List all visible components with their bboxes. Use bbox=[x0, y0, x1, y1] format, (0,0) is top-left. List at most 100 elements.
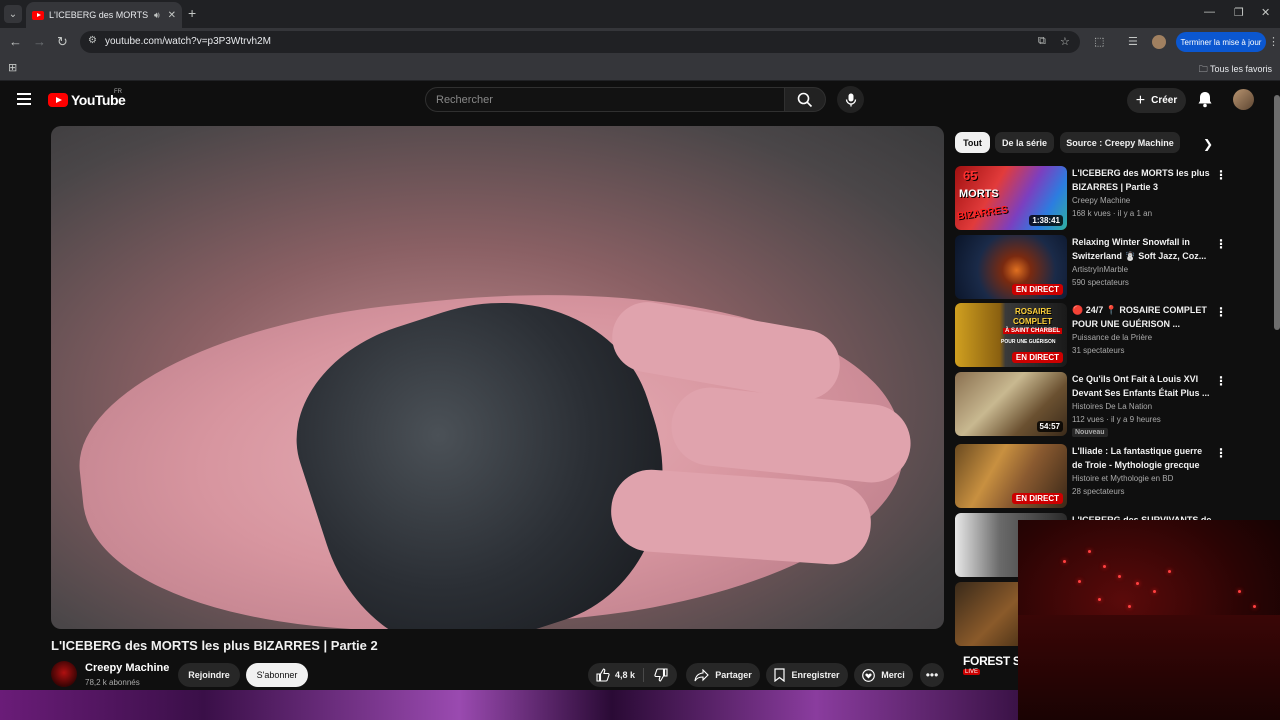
recommendation-title[interactable]: Ce Qu'ils Ont Fait à Louis XVI Devant Se… bbox=[1072, 372, 1212, 400]
all-bookmarks-folder[interactable]: 🗀 Tous les favoris bbox=[1199, 62, 1272, 78]
reload-icon[interactable]: ↻ bbox=[57, 34, 68, 50]
fairy-light bbox=[1098, 598, 1101, 601]
recommendation-channel[interactable]: Creepy Machine bbox=[1072, 196, 1130, 205]
recommendation-channel[interactable]: Histoire et Mythologie en BD bbox=[1072, 474, 1173, 483]
more-options-icon[interactable]: ⋮ bbox=[1215, 237, 1227, 251]
more-options-icon[interactable]: ⋮ bbox=[1215, 168, 1227, 182]
cast-icon[interactable]: ⧉ bbox=[1038, 35, 1046, 48]
active-tab[interactable]: L'ICEBERG des MORTS les plus BIZARRES | … bbox=[26, 2, 182, 28]
thumb-text: COMPLET bbox=[1013, 317, 1053, 326]
tab-search-button[interactable]: ⌄ bbox=[4, 5, 22, 23]
recommendation-title[interactable]: L'Iliade : La fantastique guerre de Troi… bbox=[1072, 444, 1212, 472]
thumbs-down-icon bbox=[653, 668, 668, 682]
mini-player-title[interactable]: FOREST S bbox=[963, 654, 1021, 668]
share-button[interactable]: Partager bbox=[686, 663, 760, 687]
dislike-button[interactable] bbox=[644, 663, 677, 687]
more-options-icon[interactable]: ⋮ bbox=[1215, 305, 1227, 319]
thumb-text: ROSAIRE bbox=[1015, 307, 1052, 316]
search-icon bbox=[797, 92, 813, 107]
voice-search-button[interactable] bbox=[837, 86, 864, 113]
browser-toolbar: ← → ↻ ⚙ youtube.com/watch?v=p3P3Wtrvh2M … bbox=[0, 28, 1280, 56]
thumb-text: POUR UNE GUÉRISON bbox=[1001, 339, 1056, 345]
minimize-icon[interactable]: — bbox=[1204, 6, 1215, 18]
video-player[interactable] bbox=[51, 126, 944, 629]
microphone-icon bbox=[845, 93, 856, 106]
thanks-label: Merci bbox=[881, 670, 905, 680]
chip-source[interactable]: Source : Creepy Machine bbox=[1060, 132, 1180, 153]
video-thumbnail[interactable]: EN DIRECT bbox=[955, 444, 1067, 508]
recommendation-item[interactable]: 65 MORTS BIZARRES 1:38:41 L'ICEBERG des … bbox=[955, 166, 1265, 230]
video-thumbnail[interactable]: ROSAIRE COMPLET À SAINT CHARBEL POUR UNE… bbox=[955, 303, 1067, 367]
recommendation-item[interactable]: 54:57 Ce Qu'ils Ont Fait à Louis XVI Dev… bbox=[955, 372, 1265, 437]
chip-tout[interactable]: Tout bbox=[955, 132, 990, 153]
folder-icon: 🗀 bbox=[1198, 64, 1208, 74]
close-window-icon[interactable]: ✕ bbox=[1261, 6, 1270, 19]
thanks-button[interactable]: Merci bbox=[854, 663, 913, 687]
browser-menu-icon[interactable]: ⋮ bbox=[1268, 35, 1279, 48]
recommendation-item[interactable]: EN DIRECT L'Iliade : La fantastique guer… bbox=[955, 444, 1265, 508]
recommendation-meta: 168 k vues · il y a 1 an bbox=[1072, 209, 1153, 218]
share-arrow-icon bbox=[694, 668, 710, 681]
thumb-text: BIZARRES bbox=[956, 204, 1009, 223]
thumb-text: 65 bbox=[963, 168, 978, 183]
forward-icon[interactable]: → bbox=[33, 34, 46, 50]
video-thumbnail[interactable]: 65 MORTS BIZARRES 1:38:41 bbox=[955, 166, 1067, 230]
recommendation-title[interactable]: L'ICEBERG des MORTS les plus BIZARRES | … bbox=[1072, 166, 1212, 194]
webcam-scene-floor bbox=[1018, 615, 1280, 720]
search-input[interactable] bbox=[426, 88, 784, 111]
video-thumbnail[interactable]: 54:57 bbox=[955, 372, 1067, 436]
new-badge: Nouveau bbox=[1072, 428, 1108, 437]
recommendation-meta: 112 vues · il y a 9 heures bbox=[1072, 415, 1161, 424]
menu-icon[interactable] bbox=[17, 93, 31, 105]
live-badge: EN DIRECT bbox=[1011, 493, 1063, 504]
fairy-light bbox=[1118, 575, 1121, 578]
site-info-icon[interactable]: ⚙ bbox=[88, 35, 97, 46]
recommendation-channel[interactable]: Histoires De La Nation bbox=[1072, 402, 1152, 411]
more-actions-icon[interactable]: ••• bbox=[920, 663, 944, 687]
account-avatar[interactable] bbox=[1233, 89, 1254, 110]
create-button[interactable]: + Créer bbox=[1127, 88, 1186, 113]
reading-list-icon[interactable]: ☰ bbox=[1128, 35, 1138, 48]
channel-name[interactable]: Creepy Machine bbox=[85, 662, 169, 674]
fairy-light bbox=[1063, 560, 1066, 563]
address-bar[interactable]: ⚙ youtube.com/watch?v=p3P3Wtrvh2M ⧉ ☆ bbox=[80, 31, 1080, 53]
chip-de-la-serie[interactable]: De la série bbox=[995, 132, 1054, 153]
save-button[interactable]: Enregistrer bbox=[766, 663, 848, 687]
channel-avatar[interactable] bbox=[51, 661, 77, 687]
all-bookmarks-label: Tous les favoris bbox=[1209, 64, 1272, 74]
search-box[interactable] bbox=[425, 87, 785, 112]
back-icon[interactable]: ← bbox=[9, 34, 22, 50]
recommendation-channel[interactable]: Puissance de la Prière bbox=[1072, 333, 1152, 342]
recommendation-channel[interactable]: ArtistryInMarble bbox=[1072, 265, 1128, 274]
fairy-light bbox=[1253, 605, 1256, 608]
notifications-bell-icon[interactable] bbox=[1197, 91, 1213, 108]
join-button[interactable]: Rejoindre bbox=[178, 663, 240, 687]
page-scrollbar[interactable] bbox=[1274, 95, 1280, 330]
recommendation-title[interactable]: Relaxing Winter Snowfall in Switzerland … bbox=[1072, 235, 1212, 263]
new-tab-icon[interactable]: + bbox=[188, 5, 196, 21]
subscribe-button[interactable]: S'abonner bbox=[246, 663, 308, 687]
create-label: Créer bbox=[1151, 95, 1178, 106]
maximize-icon[interactable]: ❐ bbox=[1234, 6, 1244, 19]
save-label: Enregistrer bbox=[791, 670, 840, 680]
update-button[interactable]: Terminer la mise à jour bbox=[1176, 32, 1266, 52]
duration-badge: 54:57 bbox=[1036, 421, 1063, 432]
recommendation-title[interactable]: 🔴 24/7 📍 ROSAIRE COMPLET POUR UNE GUÉRIS… bbox=[1072, 303, 1212, 331]
chevron-right-icon[interactable]: ❯ bbox=[1203, 137, 1213, 151]
apps-grid-icon[interactable]: ⊞ bbox=[8, 61, 17, 74]
extensions-icon[interactable]: ⬚ bbox=[1094, 35, 1104, 48]
recommendation-item[interactable]: ROSAIRE COMPLET À SAINT CHARBEL POUR UNE… bbox=[955, 303, 1265, 367]
speaker-icon[interactable]: 🔊︎ bbox=[154, 10, 160, 21]
recommendation-meta: 31 spectateurs bbox=[1072, 346, 1125, 355]
search-button[interactable] bbox=[784, 87, 826, 112]
close-tab-icon[interactable]: ✕ bbox=[168, 10, 176, 21]
youtube-play-icon bbox=[48, 93, 68, 107]
more-options-icon[interactable]: ⋮ bbox=[1215, 446, 1227, 460]
bookmark-star-icon[interactable]: ☆ bbox=[1060, 35, 1070, 48]
video-thumbnail[interactable]: EN DIRECT bbox=[955, 235, 1067, 299]
like-button[interactable]: 4,8 k bbox=[588, 663, 643, 687]
fairy-light bbox=[1078, 580, 1081, 583]
more-options-icon[interactable]: ⋮ bbox=[1215, 374, 1227, 388]
profile-avatar[interactable] bbox=[1152, 35, 1166, 49]
recommendation-item[interactable]: EN DIRECT Relaxing Winter Snowfall in Sw… bbox=[955, 235, 1265, 299]
